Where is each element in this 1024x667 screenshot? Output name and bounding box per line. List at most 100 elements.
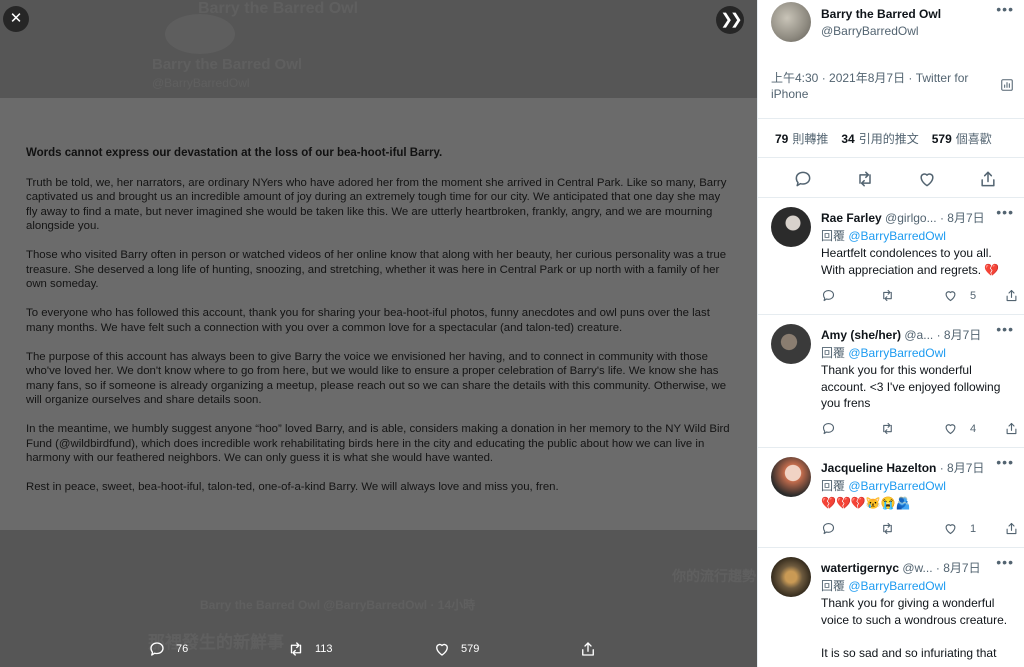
reply-text: 💔💔💔😿😭🫂	[821, 496, 911, 510]
statement-paragraph: To everyone who has followed this accoun…	[26, 307, 710, 334]
retweet-icon	[883, 289, 892, 302]
replying-to: 回覆 @BarryBarredOwl	[821, 579, 946, 593]
statement-heading: Words cannot express our devastation at …	[26, 147, 443, 159]
share-button[interactable]	[1004, 521, 1019, 536]
avatar[interactable]	[771, 207, 811, 247]
viewer-retweet-button[interactable]: 113	[287, 640, 333, 658]
statement-image: Words cannot express our devastation at …	[0, 98, 757, 530]
background-avatar	[165, 14, 235, 54]
viewer-like-count: 579	[461, 643, 480, 655]
reply-icon	[822, 289, 835, 302]
reply-icon	[822, 422, 835, 435]
reply-text: Thank you for this wonderful account. <3…	[821, 363, 1001, 410]
reply-header: Amy (she/her) @a... · 8月7日	[821, 326, 1016, 343]
background-author-name: Barry the Barred Owl	[198, 0, 359, 17]
like-button[interactable]: 1	[943, 521, 976, 536]
reply-icon[interactable]	[793, 169, 813, 189]
reply-tweet[interactable]: Amy (she/her) @a... · 8月7日 ••• 回覆 @Barry…	[758, 315, 1024, 448]
avatar[interactable]	[771, 2, 811, 42]
mention-link[interactable]: @BarryBarredOwl	[848, 479, 946, 493]
mention-link[interactable]: @BarryBarredOwl	[848, 346, 946, 360]
reply-author-name[interactable]: Rae Farley	[821, 211, 882, 225]
replying-to: 回覆 @BarryBarredOwl	[821, 479, 946, 493]
reply-date[interactable]: · 8月7日	[937, 328, 982, 342]
statement-paragraph: In the meantime, we humbly suggest anyon…	[26, 423, 730, 464]
reply-button[interactable]	[821, 421, 836, 436]
reply-author-handle[interactable]: @girlgo...	[885, 211, 937, 225]
viewer-reply-button[interactable]: 76	[148, 640, 188, 658]
reply-header: watertigernyc @w... · 8月7日	[821, 559, 1016, 576]
retweet-icon	[290, 642, 302, 656]
replying-to: 回覆 @BarryBarredOwl	[821, 229, 946, 243]
more-options-icon[interactable]: •••	[996, 1, 1014, 17]
retweet-icon	[883, 522, 892, 535]
heart-icon[interactable]	[917, 169, 937, 189]
reply-button[interactable]	[821, 521, 836, 536]
reply-author-name[interactable]: watertigernyc	[821, 561, 899, 575]
avatar[interactable]	[771, 457, 811, 497]
reply-date[interactable]: · 8月7日	[940, 461, 985, 475]
background-profile-name: Barry the Barred Owl	[152, 56, 303, 73]
more-options-icon[interactable]: •••	[996, 204, 1014, 220]
more-options-icon[interactable]: •••	[996, 321, 1014, 337]
avatar[interactable]	[771, 324, 811, 364]
avatar[interactable]	[771, 557, 811, 597]
viewer-action-bar: 76 113 579	[0, 636, 757, 667]
tweet-panel: Barry the Barred Owl @BarryBarredOwl •••…	[757, 0, 1024, 667]
reply-author-name[interactable]: Amy (she/her)	[821, 328, 901, 342]
like-button[interactable]: 5	[943, 288, 976, 303]
share-icon	[1006, 422, 1017, 435]
reply-action-bar: 1	[821, 521, 1021, 539]
reply-date[interactable]: · 8月7日	[936, 561, 981, 575]
retweet-button[interactable]	[880, 521, 895, 536]
like-count: 4	[970, 422, 977, 435]
reply-header: Rae Farley @girlgo... · 8月7日	[821, 209, 1016, 226]
retweet-button[interactable]	[880, 288, 895, 303]
reply-button[interactable]	[821, 288, 836, 303]
reply-author-handle[interactable]: @a...	[904, 328, 933, 342]
replying-to: 回覆 @BarryBarredOwl	[821, 346, 946, 360]
heart-icon	[945, 424, 956, 435]
reply-tweet[interactable]: Rae Farley @girlgo... · 8月7日 ••• 回覆 @Bar…	[758, 198, 1024, 315]
author-handle[interactable]: @BarryBarredOwl	[821, 24, 919, 38]
share-icon	[582, 642, 594, 656]
expand-panel-button[interactable]: ❯❯	[716, 6, 744, 34]
share-icon[interactable]	[978, 169, 998, 189]
quotes-stat[interactable]: 34 引用的推文	[841, 130, 918, 147]
statement-paragraph: Truth be told, we, her narrators, are or…	[26, 176, 727, 233]
retweets-stat[interactable]: 79 則轉推	[775, 130, 828, 147]
reply-date[interactable]: · 8月7日	[940, 211, 985, 225]
heart-icon	[945, 291, 956, 302]
viewer-reply-count: 76	[176, 643, 189, 655]
mention-link[interactable]: @BarryBarredOwl	[848, 229, 946, 243]
reply-author-handle[interactable]: @w...	[902, 561, 932, 575]
viewer-retweet-count: 113	[315, 643, 333, 655]
background-profile-handle: @BarryBarredOwl	[152, 76, 250, 90]
chevrons-right-icon: ❯❯	[720, 11, 742, 28]
reply-text: Thank you for giving a wonderful voice t…	[821, 596, 1008, 660]
tweet-action-bar	[758, 166, 1024, 192]
tweet-stats: 79 則轉推 34 引用的推文 579 個喜歡	[758, 118, 1024, 158]
tweet-meta[interactable]: 上午4:30 · 2021年8月7日 · Twitter for iPhone	[771, 70, 981, 102]
analytics-icon[interactable]	[1000, 78, 1014, 92]
reply-icon	[150, 642, 164, 656]
viewer-like-button[interactable]: 579	[433, 640, 479, 658]
close-viewer-button[interactable]: ✕	[3, 6, 29, 32]
viewer-share-button[interactable]	[579, 640, 607, 658]
like-button[interactable]: 4	[943, 421, 976, 436]
reply-author-name[interactable]: Jacqueline Hazelton	[821, 461, 936, 475]
mention-link[interactable]: @BarryBarredOwl	[848, 579, 946, 593]
share-button[interactable]	[1004, 288, 1019, 303]
retweet-button[interactable]	[880, 421, 895, 436]
reply-icon	[822, 522, 835, 535]
share-icon	[1006, 289, 1017, 302]
background-reply-line: Barry the Barred Owl @BarryBarredOwl · 1…	[200, 598, 476, 612]
retweet-icon[interactable]	[855, 169, 875, 189]
more-options-icon[interactable]: •••	[996, 554, 1014, 570]
more-options-icon[interactable]: •••	[996, 454, 1014, 470]
reply-tweet[interactable]: Jacqueline Hazelton · 8月7日 ••• 回覆 @Barry…	[758, 448, 1024, 548]
author-name[interactable]: Barry the Barred Owl	[821, 7, 941, 21]
reply-tweet[interactable]: watertigernyc @w... · 8月7日 ••• 回覆 @Barry…	[758, 548, 1024, 667]
share-button[interactable]	[1004, 421, 1019, 436]
likes-stat[interactable]: 579 個喜歡	[932, 130, 992, 147]
